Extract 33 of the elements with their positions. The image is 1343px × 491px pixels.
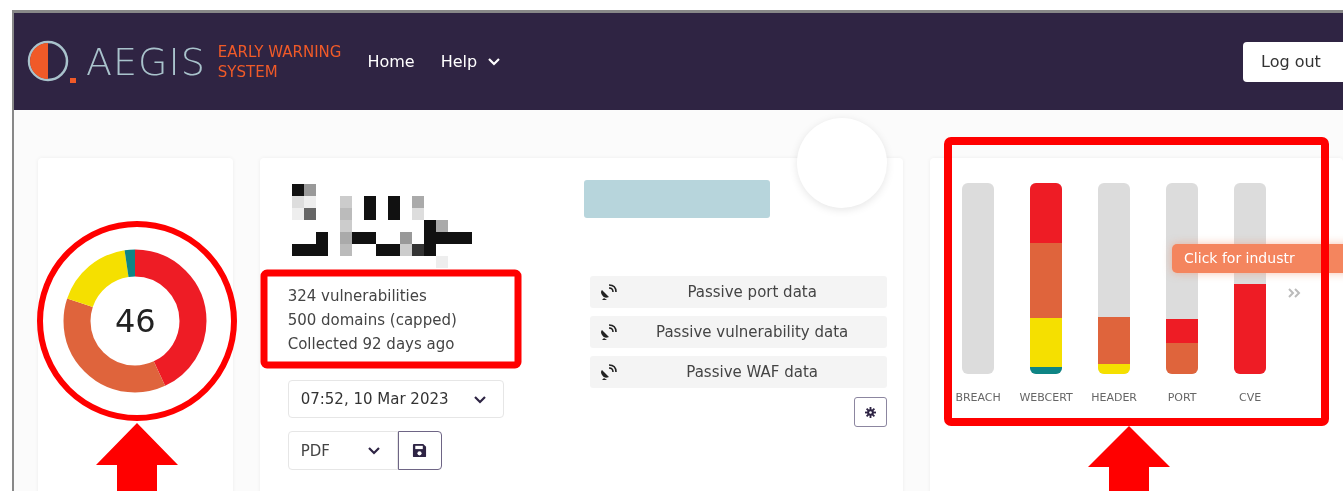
data-source-row[interactable]: Passive vulnerability data [589,316,887,348]
chevron-down-icon [366,446,381,455]
save-icon [412,443,428,458]
summary-stat: Collected 92 days ago [287,334,456,355]
chevron-down-icon [487,57,502,66]
category-label: WEBCERT [1019,391,1073,404]
logo-wordmark: AEGIS [86,39,206,84]
category-bar[interactable] [1030,183,1063,374]
satellite-dish-icon [599,284,618,300]
category-label: PORT [1167,391,1197,404]
nav-link[interactable]: Home [367,52,415,71]
data-source-row[interactable]: Passive port data [589,276,887,308]
summary-stat: 500 domains (capped) [287,310,458,331]
nav-link[interactable]: Help [440,52,502,71]
settings-icon [864,406,876,418]
satellite-dish-icon [599,324,618,340]
satellite-dish-icon [599,364,618,380]
logout-button[interactable]: Log out [1243,41,1343,82]
category-label: BREACH [955,391,1001,404]
save-button[interactable] [397,431,442,470]
category-label: CVE [1239,391,1262,404]
category-bar[interactable] [1098,183,1131,374]
export-format-dropdown[interactable]: PDF [287,431,398,470]
scan-date-dropdown[interactable]: 07:52, 10 Mar 2023 [287,380,504,418]
logo-tagline: EARLY WARNING [217,41,342,62]
logo-tagline: SYSTEM [217,61,279,82]
data-source-row[interactable]: Passive WAF data [589,356,887,388]
category-label: HEADER [1091,391,1137,404]
chevron-down-icon [472,394,487,404]
settings-button[interactable] [853,397,887,427]
summary-stat: 324 vulnerabilities [287,286,428,307]
score-value: 46 [113,302,157,340]
tooltip: Click for industr [1172,244,1343,273]
